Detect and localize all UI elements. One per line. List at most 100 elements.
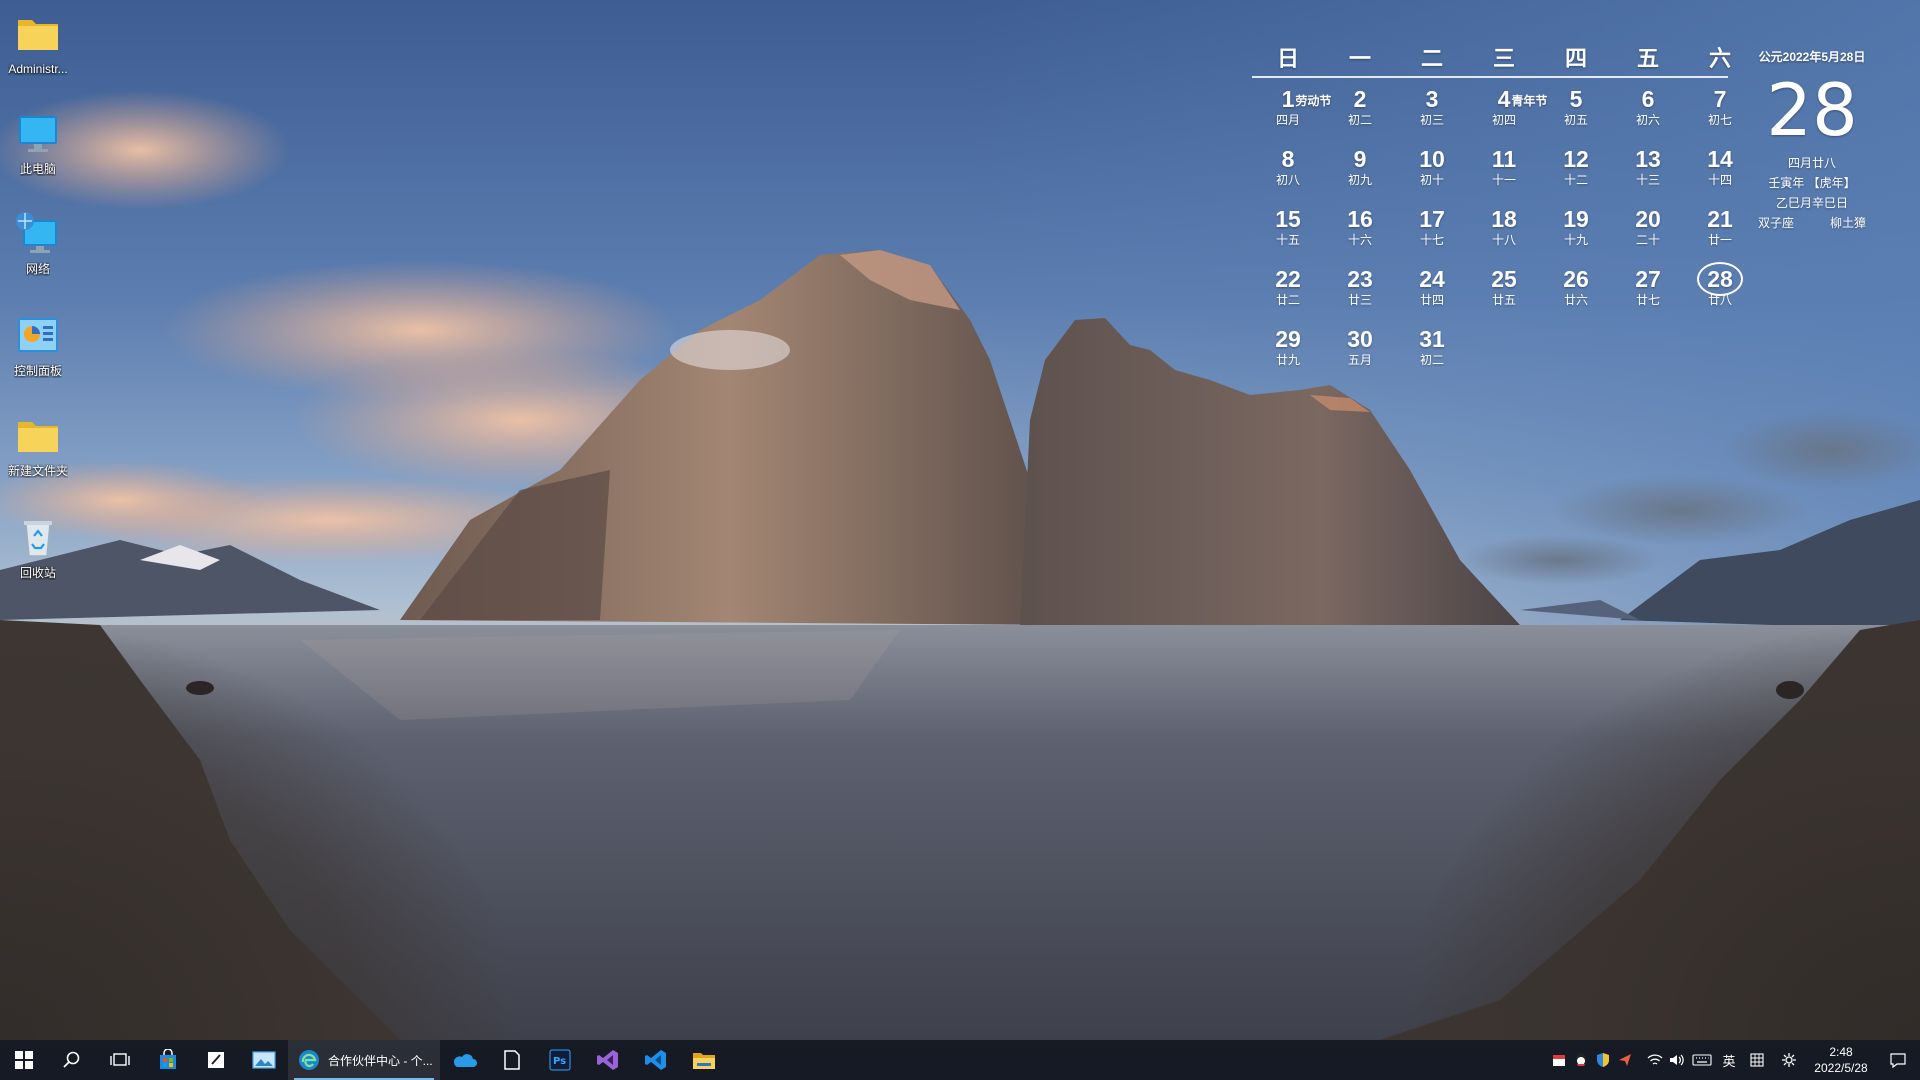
- taskbar-app-photoshop[interactable]: Ps: [536, 1040, 584, 1080]
- desktop-icon-label: 新建文件夹: [7, 464, 68, 478]
- calendar-day[interactable]: 20 二十: [1612, 202, 1684, 262]
- tray-network[interactable]: [1644, 1040, 1666, 1080]
- calendar-day[interactable]: 31 初二: [1396, 322, 1468, 382]
- lunar-day: 廿六: [1563, 293, 1588, 307]
- calendar-day[interactable]: 25 廿五: [1468, 262, 1540, 322]
- desktop-icon-network[interactable]: 网络: [0, 204, 76, 292]
- day-number: 1: [1281, 86, 1295, 112]
- calendar-day[interactable]: 10 初十: [1396, 142, 1468, 202]
- search-button[interactable]: [48, 1040, 96, 1080]
- lunar-day: 四月: [1275, 113, 1300, 127]
- lunar-day: 廿二: [1275, 293, 1300, 307]
- control-panel-icon: [14, 312, 62, 360]
- start-button[interactable]: [0, 1040, 48, 1080]
- taskbar-app-photos[interactable]: [240, 1040, 288, 1080]
- visual-studio-icon: [597, 1050, 618, 1070]
- tray-ime-mode[interactable]: [1742, 1040, 1772, 1080]
- calendar-day[interactable]: 1 劳动节 四月: [1252, 82, 1331, 142]
- lunar-day: 十七: [1419, 233, 1444, 247]
- lunar-date: 四月廿八: [1787, 156, 1836, 170]
- notification-center-button[interactable]: [1876, 1040, 1920, 1080]
- calendar-day[interactable]: 18 十八: [1468, 202, 1540, 262]
- calendar-day[interactable]: 6 初六: [1612, 82, 1684, 142]
- lunar-day: 廿一: [1707, 233, 1732, 247]
- tray-feishu[interactable]: [1614, 1040, 1636, 1080]
- calendar-day[interactable]: 5 初五: [1540, 82, 1612, 142]
- folder-icon: [14, 412, 62, 460]
- taskbar-app-notes[interactable]: [192, 1040, 240, 1080]
- today-detail-panel: 公元2022年5月28日 28 四月廿八 壬寅年 【虎年】 乙巳月辛巳日 双子座…: [1746, 48, 1878, 233]
- tray-keyboard[interactable]: [1688, 1040, 1716, 1080]
- calendar-day[interactable]: 22 廿二: [1252, 262, 1324, 322]
- taskbar-clock[interactable]: 2:48 2022/5/28: [1806, 1044, 1876, 1076]
- taskbar-app-store[interactable]: [144, 1040, 192, 1080]
- desktop-icon-label: Administr...: [8, 62, 68, 76]
- calendar-day[interactable]: 2 初二: [1324, 82, 1396, 142]
- tray-calendar-app[interactable]: [1548, 1040, 1570, 1080]
- calendar-day[interactable]: 11 十一: [1468, 142, 1540, 202]
- calendar-day[interactable]: 30 五月: [1324, 322, 1396, 382]
- day-number: 25: [1491, 266, 1517, 292]
- taskbar-app-visual-studio[interactable]: [584, 1040, 632, 1080]
- lunar-day: 十九: [1563, 233, 1588, 247]
- day-number: 28: [1707, 266, 1733, 292]
- day-number: 6: [1641, 86, 1655, 112]
- calendar-day[interactable]: 19 十九: [1540, 202, 1612, 262]
- calendar-day[interactable]: 17 十七: [1396, 202, 1468, 262]
- tray-settings[interactable]: [1772, 1040, 1806, 1080]
- taskbar-app-edge[interactable]: 合作伙伴中心 - 个...: [288, 1040, 440, 1080]
- calendar-day[interactable]: 9 初九: [1324, 142, 1396, 202]
- calendar-day[interactable]: 4 青年节 初四: [1468, 82, 1547, 142]
- tray-security[interactable]: [1592, 1040, 1614, 1080]
- calendar-day-today[interactable]: 28 廿八: [1684, 262, 1756, 322]
- desktop-icon-new-folder[interactable]: 新建文件夹: [0, 406, 76, 494]
- notification-icon: [1890, 1053, 1906, 1068]
- calendar-day[interactable]: 26 廿六: [1540, 262, 1612, 322]
- wifi-icon: [1647, 1054, 1663, 1065]
- lunar-day: 十八: [1491, 233, 1516, 247]
- monitor-icon: [14, 110, 62, 158]
- taskbar-app-onedrive[interactable]: [440, 1040, 488, 1080]
- day-number: 4: [1497, 86, 1511, 112]
- desktop-icon-this-pc[interactable]: 此电脑: [0, 104, 76, 192]
- calendar-day[interactable]: 24 廿四: [1396, 262, 1468, 322]
- lunar-day: 初八: [1275, 173, 1300, 187]
- day-number: 30: [1347, 326, 1373, 352]
- lunar-day: 十三: [1635, 173, 1660, 187]
- weekday-label: 五: [1636, 47, 1659, 72]
- tray-qq[interactable]: [1570, 1040, 1592, 1080]
- desktop-icon-control-panel[interactable]: 控制面板: [0, 306, 76, 394]
- ime-indicator[interactable]: 英: [1716, 1040, 1742, 1080]
- file-icon: [504, 1050, 520, 1070]
- calendar-day[interactable]: 13 十三: [1612, 142, 1684, 202]
- calendar-app-icon: [1553, 1055, 1565, 1066]
- day-number: 29: [1275, 326, 1301, 352]
- calendar-day[interactable]: 3 初三: [1396, 82, 1468, 142]
- taskbar-app-vscode[interactable]: [632, 1040, 680, 1080]
- calendar-day[interactable]: 29 廿九: [1252, 322, 1324, 382]
- calendar-day-grid: 1 劳动节 四月 2 初二 3 初三 4 青年节 初四 5 初五 6 初六 7 初七 8 初八 9 初九 10 初十 11 十…: [1252, 82, 1733, 382]
- desktop-icon-recycle-bin[interactable]: 回收站: [0, 508, 76, 596]
- keyboard-icon: [1692, 1054, 1712, 1066]
- calendar-day[interactable]: 12 十二: [1540, 142, 1612, 202]
- lunar-day: 初四: [1491, 113, 1516, 127]
- calendar-day[interactable]: 23 廿三: [1324, 262, 1396, 322]
- day-number: 31: [1419, 326, 1445, 352]
- taskbar-app-file[interactable]: [488, 1040, 536, 1080]
- calendar-day[interactable]: 15 十五: [1252, 202, 1324, 262]
- qq-icon: [1576, 1053, 1586, 1066]
- tray-volume[interactable]: [1666, 1040, 1688, 1080]
- lunar-day: 二十: [1635, 233, 1660, 247]
- calendar-day[interactable]: 16 十六: [1324, 202, 1396, 262]
- system-tray: 英 2:48 2022/5/28: [1548, 1040, 1920, 1080]
- today-day-number: 28: [1766, 68, 1858, 152]
- day-number: 23: [1347, 266, 1373, 292]
- desktop-icon-administrator[interactable]: Administr...: [0, 4, 76, 92]
- task-view-button[interactable]: [96, 1040, 144, 1080]
- calendar-day[interactable]: 8 初八: [1252, 142, 1324, 202]
- calendar-day[interactable]: 27 廿七: [1612, 262, 1684, 322]
- constellation: 双子座: [1758, 216, 1795, 230]
- day-number: 10: [1419, 146, 1445, 172]
- taskbar-app-file-explorer[interactable]: [680, 1040, 728, 1080]
- edge-icon: [299, 1050, 319, 1070]
